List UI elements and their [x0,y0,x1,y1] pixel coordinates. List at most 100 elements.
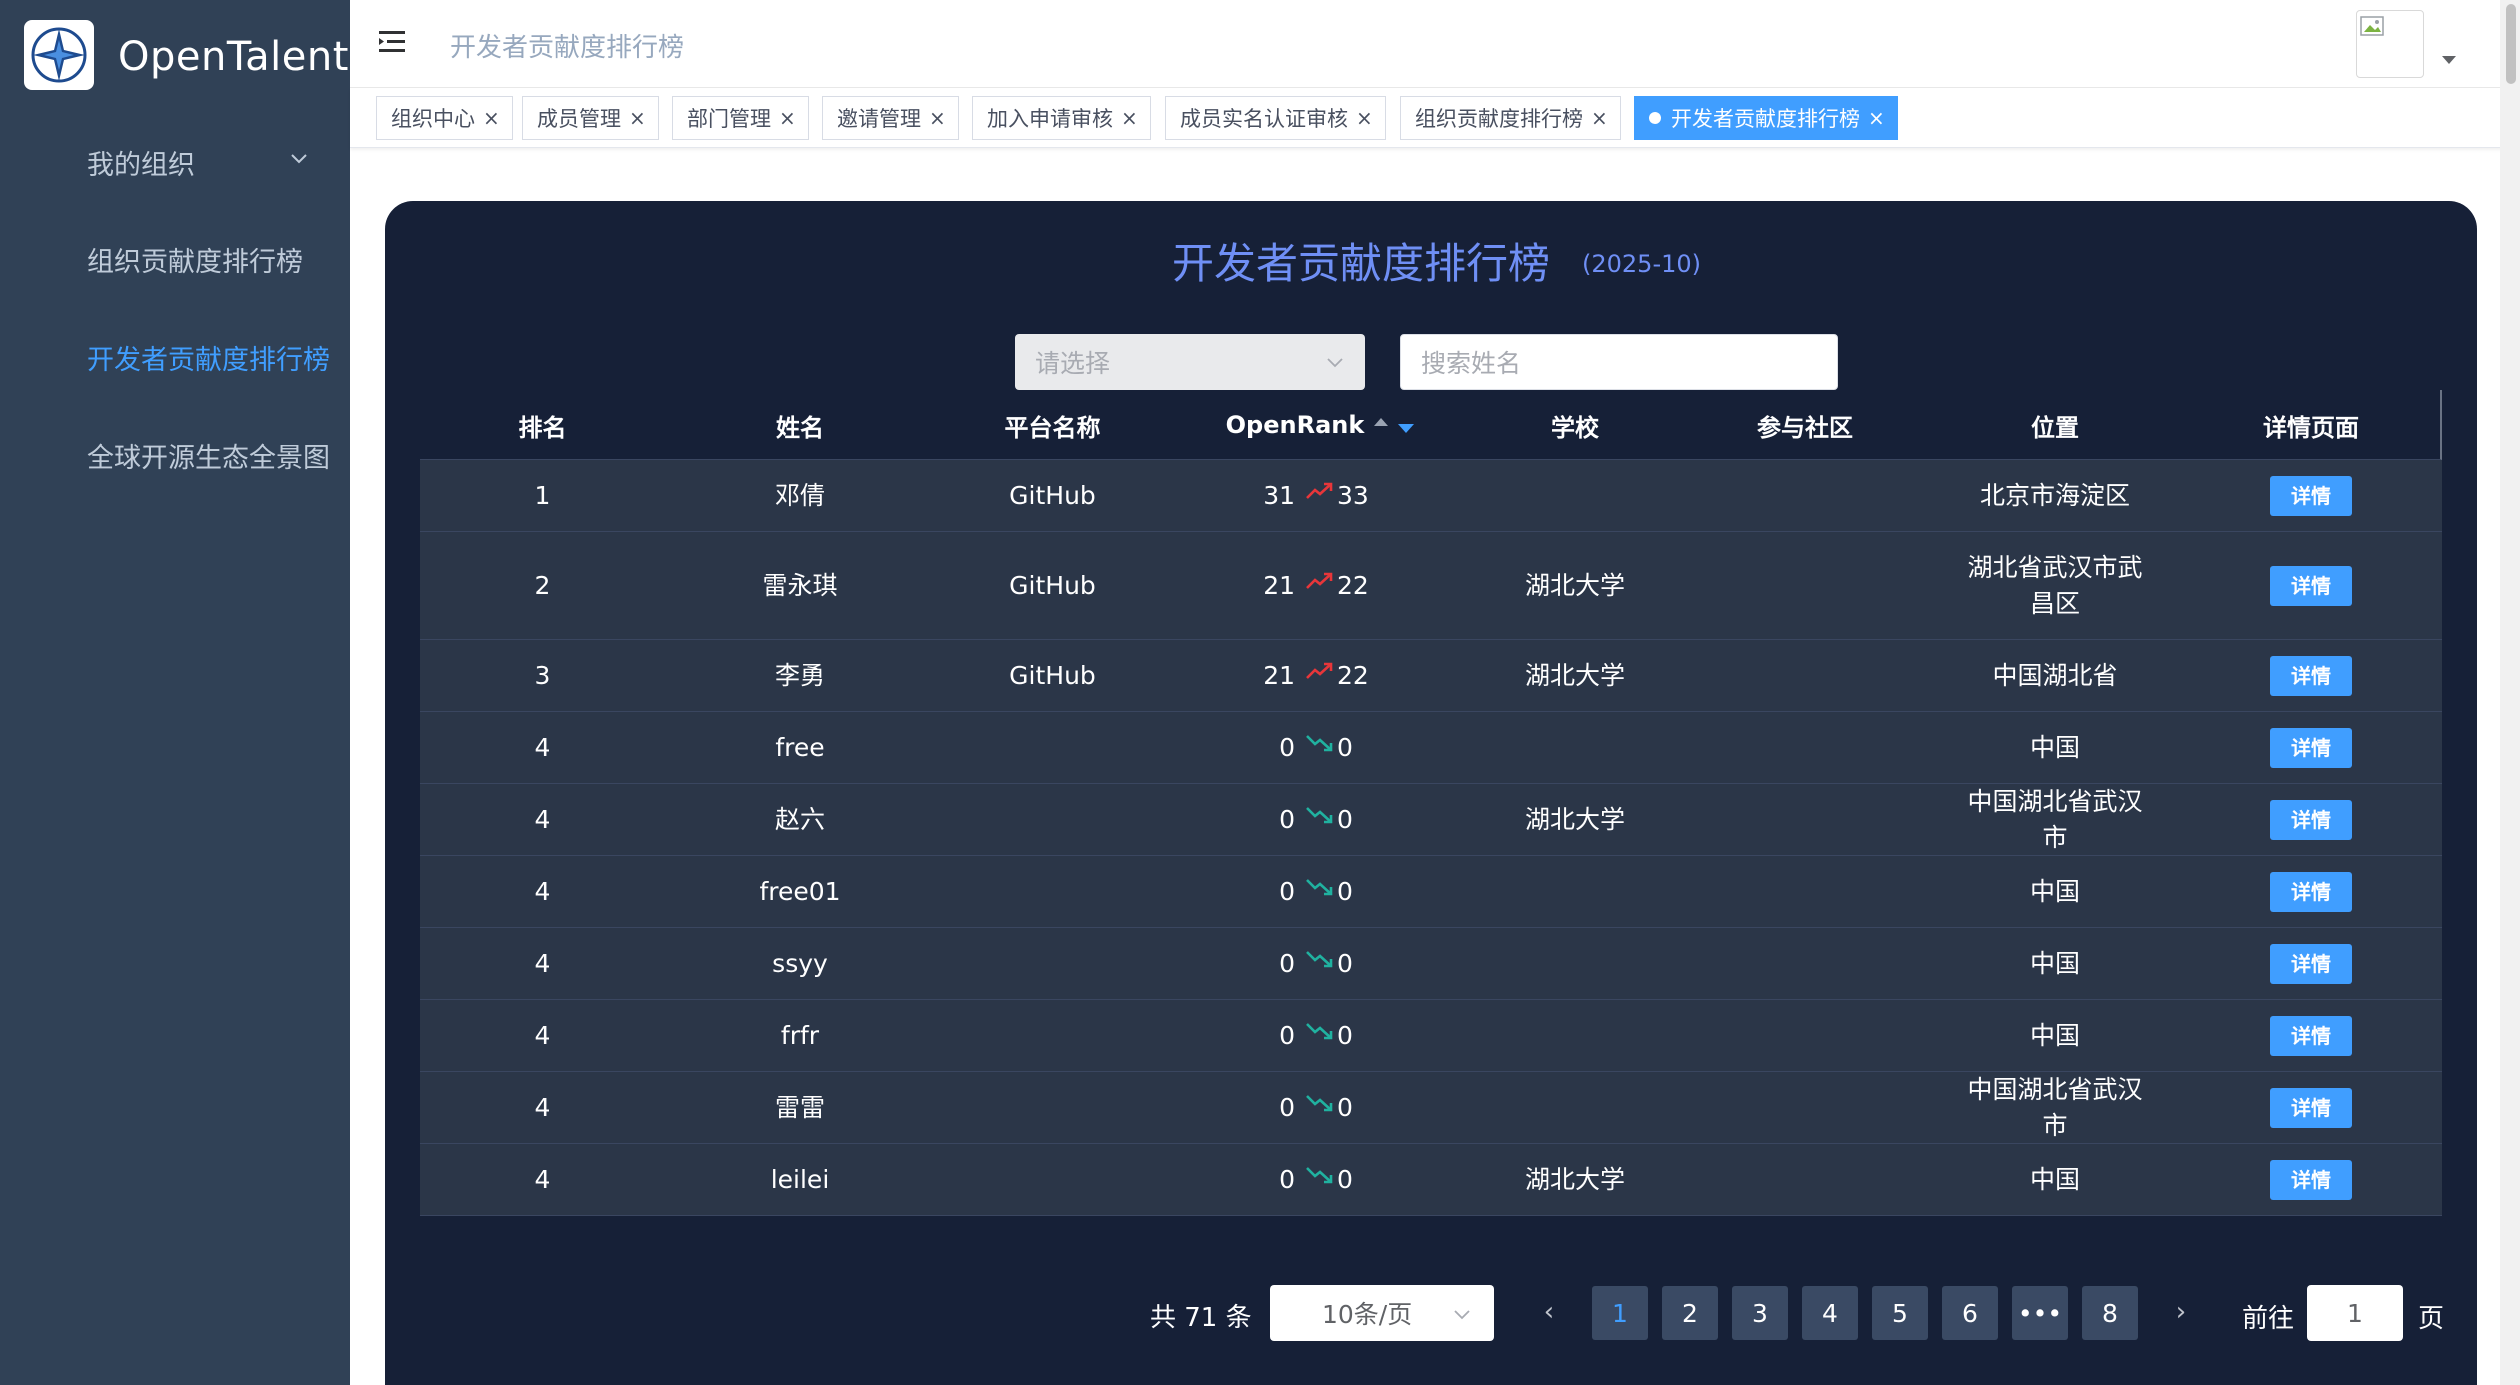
trend-up-icon [1306,662,1333,679]
close-icon[interactable]: × [1591,106,1608,130]
close-icon[interactable]: × [1868,106,1885,130]
detail-button[interactable]: 详情 [2270,871,2352,912]
sidebar-item-my-org[interactable]: 我的组织 [0,117,350,207]
cell-community [1680,928,1930,999]
table-row: 4 free01 中国 0 0 详情 [420,856,2442,928]
tab-invite-management[interactable]: 邀请管理 × [822,96,959,140]
pagination-total: 共 71 条 [1150,1303,1252,1333]
top-navbar: 开发者贡献度排行榜 [350,0,2520,88]
close-icon[interactable]: × [1356,106,1373,130]
sidebar-item-ecosystem-map[interactable]: 全球开源生态全景图 [0,410,350,500]
col-location: 位置 [2031,413,2079,442]
detail-button[interactable]: 详情 [2270,799,2352,840]
cell-community [1680,1072,1930,1143]
page-size-value: 10条/页 [1322,1300,1413,1329]
detail-button[interactable]: 详情 [2270,1087,2352,1128]
cell-rank: 2 [534,570,551,600]
page-button[interactable]: 6 [1942,1286,1998,1340]
detail-button[interactable]: 详情 [2270,943,2352,984]
detail-button[interactable]: 详情 [2270,1159,2352,1200]
openrank-previous: 0 [1279,949,1295,978]
page-scrollbar[interactable] [2500,0,2520,1385]
cell-name: leilei [770,1164,830,1194]
tab-dev-ranking[interactable]: 开发者贡献度排行榜 × [1634,96,1898,140]
col-detail: 详情页面 [2263,413,2359,442]
caret-down-icon[interactable] [2442,56,2456,64]
tab-department-management[interactable]: 部门管理 × [672,96,809,140]
page-button[interactable]: 3 [1732,1286,1788,1340]
cell-name: 李勇 [774,660,825,690]
tab-member-management[interactable]: 成员管理 × [522,96,659,140]
close-icon[interactable]: × [929,106,946,130]
search-name-input[interactable]: 搜索姓名 [1400,334,1838,390]
menu-fold-icon[interactable] [377,28,409,56]
filter-select[interactable]: 请选择 [1015,334,1365,390]
tab-label: 成员实名认证审核 [1180,107,1348,131]
chevron-down-icon [291,154,307,164]
cell-detail: 详情 [2180,460,2442,531]
sidebar-item-label: 开发者贡献度排行榜 [87,344,330,376]
detail-button[interactable]: 详情 [2270,727,2352,768]
openrank-previous: 0 [1279,877,1295,906]
sidebar-item-org-ranking[interactable]: 组织贡献度排行榜 [0,214,350,304]
openrank-previous: 0 [1279,1021,1295,1050]
cell-platform: GitHub [1009,660,1096,690]
page-button[interactable]: 5 [1872,1286,1928,1340]
goto-page-input[interactable]: 1 [2307,1285,2403,1341]
cell-rank: 4 [534,1020,551,1050]
search-placeholder: 搜索姓名 [1421,349,1522,378]
col-school: 学校 [1551,413,1599,442]
page-button[interactable]: 8 [2082,1286,2138,1340]
broken-image-icon [2360,16,2384,36]
cell-name: ssyy [772,948,828,978]
tags-view: 组织中心 × 成员管理 × 部门管理 × 邀请管理 × 加入申请审核 × 成员实名认证审核… [350,88,2520,148]
tab-join-request-review[interactable]: 加入申请审核 × [972,96,1151,140]
openrank-previous: 31 [1263,481,1295,510]
app-title: OpenTalent [118,34,349,80]
detail-button[interactable]: 详情 [2270,565,2352,606]
page-button[interactable]: 2 [1662,1286,1718,1340]
openrank-previous: 0 [1279,805,1295,834]
sidebar-item-dev-ranking[interactable]: 开发者贡献度排行榜 [0,312,350,402]
avatar[interactable] [2356,10,2424,78]
sidebar-item-label: 我的组织 [87,149,195,181]
cell-location: 中国湖北省武汉市 [1967,786,2143,852]
chevron-down-icon [1327,358,1343,368]
sort-descending-icon[interactable] [1398,423,1415,433]
detail-button[interactable]: 详情 [2270,1015,2352,1056]
next-page-button[interactable]: › [2166,1292,2196,1332]
detail-button[interactable]: 详情 [2270,655,2352,696]
cell-platform [935,1072,1170,1143]
cell-community [1680,1144,1930,1215]
cell-detail: 详情 [2180,856,2442,927]
close-icon[interactable]: × [779,106,796,130]
cell-name: free [775,732,825,762]
scrollbar-thumb[interactable] [2506,4,2516,84]
cell-location: 中国 [2029,732,2080,762]
sidebar-item-label: 组织贡献度排行榜 [87,246,303,278]
close-icon[interactable]: × [483,106,500,130]
page-button[interactable]: 1 [1592,1286,1648,1340]
detail-button[interactable]: 详情 [2270,475,2352,516]
col-openrank[interactable]: OpenRank [1170,390,1470,460]
trend-down-icon [1306,1167,1333,1184]
goto-label: 前往 [2242,1304,2295,1334]
trend-down-icon [1306,1023,1333,1040]
tab-org-ranking[interactable]: 组织贡献度排行榜 × [1400,96,1621,140]
page-size-select[interactable]: 10条/页 [1270,1285,1494,1341]
tab-label: 成员管理 [537,107,621,131]
prev-page-button[interactable]: ‹ [1534,1292,1564,1332]
col-platform: 平台名称 [1004,413,1101,442]
tab-label: 开发者贡献度排行榜 [1671,107,1860,131]
tab-realname-review[interactable]: 成员实名认证审核 × [1165,96,1386,140]
close-icon[interactable]: × [1121,106,1138,130]
table-row: 4 赵六 湖北大学 中国湖北省武汉市 0 0 详情 [420,784,2442,856]
cell-detail: 详情 [2180,928,2442,999]
tab-org-center[interactable]: 组织中心 × [376,96,513,140]
trend-down-icon [1306,1095,1333,1112]
close-icon[interactable]: × [629,106,646,130]
more-pages-button[interactable]: ••• [2012,1286,2068,1340]
app-logo [24,20,94,90]
page-button[interactable]: 4 [1802,1286,1858,1340]
sort-ascending-icon[interactable] [1374,418,1389,426]
